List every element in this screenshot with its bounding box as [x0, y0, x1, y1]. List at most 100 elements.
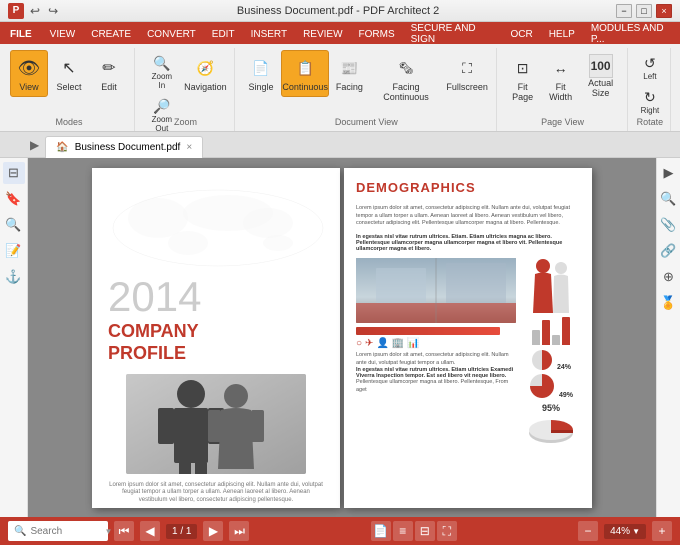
search-dropdown-icon[interactable]: ▼ [104, 527, 112, 536]
interior-photo [356, 258, 516, 323]
people-silhouette [126, 374, 306, 474]
tab-file[interactable]: FILE [0, 24, 42, 44]
ribbon-btn-fitpage[interactable]: ⊡ Fit Page [505, 50, 541, 107]
sidebar-annotation-icon[interactable]: 📝 [3, 240, 25, 262]
silhouette-pair [531, 258, 571, 313]
continuous-icon: 📋 [291, 54, 319, 82]
caption-text: Lorem ipsum dolor sit amet, consectetur … [108, 482, 324, 505]
maximize-button[interactable]: □ [636, 4, 652, 18]
minimize-button[interactable]: − [616, 4, 632, 18]
prev-page-button[interactable]: ◀ [140, 521, 160, 541]
ribbon-group-modes: 👁 View ↖ Select ✏ Edit Modes [4, 48, 135, 131]
ribbon-btn-rotate-right[interactable]: ↻ Right [636, 86, 665, 118]
fit-width-label: Fit Width [548, 83, 574, 103]
tab-edit[interactable]: EDIT [204, 24, 243, 44]
fit-page-icon: ⊡ [509, 54, 537, 82]
doc-content: 2014 COMPANY PROFILE [28, 158, 656, 517]
undo-button[interactable]: ↩ [28, 4, 42, 18]
ribbon-btn-facing-continuous[interactable]: 🗞 Facing Continuous [369, 50, 442, 107]
pie-chart-1 [531, 349, 553, 371]
interior-svg [356, 258, 516, 323]
ribbon-group-rotate: ↺ Left ↻ Right Rotate [630, 48, 672, 131]
status-fullscreen-icon[interactable]: ⛶ [437, 521, 457, 541]
app-logo: P [8, 3, 24, 19]
ribbon-btn-fullscreen[interactable]: ⛶ Fullscreen [445, 50, 490, 97]
tab-help[interactable]: HELP [541, 24, 583, 44]
close-button[interactable]: × [656, 4, 672, 18]
tab-view[interactable]: VIEW [42, 24, 84, 44]
tab-insert[interactable]: INSERT [243, 24, 296, 44]
ribbon-btn-select[interactable]: ↖ Select [50, 50, 88, 97]
ribbon-btn-edit[interactable]: ✏ Edit [90, 50, 128, 97]
right-sidebar-clip-icon[interactable]: 📎 [658, 214, 680, 236]
current-page: 1 [172, 526, 178, 537]
zoom-out-label: Zoom Out [148, 115, 176, 133]
circle-icon: ○ [356, 338, 362, 349]
expand-arrow-icon[interactable]: ▶ [30, 138, 39, 152]
chart-icon: 📊 [407, 338, 419, 349]
ribbon-btn-view[interactable]: 👁 View [10, 50, 48, 97]
ribbon-group-zoom: 🔍 Zoom In 🔎 Zoom Out 🧭 Navigation Zoom [137, 48, 235, 131]
body-bold2: In egestas nisl vitae rutrum ultrices. E… [356, 367, 516, 379]
tab-ocr[interactable]: OCR [502, 24, 540, 44]
right-sidebar-search-icon[interactable]: 🔍 [658, 188, 680, 210]
tab-secure[interactable]: SECURE AND SIGN [403, 24, 503, 44]
single-icon: 📄 [247, 54, 275, 82]
sidebar-anchor-icon[interactable]: ⚓ [3, 266, 25, 288]
progress-bar [356, 327, 500, 335]
tab-review[interactable]: REVIEW [295, 24, 350, 44]
rotate-left-icon: ↺ [644, 55, 656, 72]
status-single-view-icon[interactable]: 📄 [371, 521, 391, 541]
gender-silhouettes [531, 258, 571, 313]
search-area[interactable]: 🔍 ▼ [8, 521, 108, 541]
zoom-dropdown-icon[interactable]: ▼ [632, 527, 640, 536]
ribbon-btn-single[interactable]: 📄 Single [243, 50, 279, 97]
tab-convert[interactable]: CONVERT [139, 24, 204, 44]
zoom-in-label: Zoom In [148, 72, 176, 90]
fit-width-icon: ↔ [547, 54, 575, 82]
actual-size-icon: 100 [589, 54, 613, 78]
ribbon-group-docview: 📄 Single 📋 Continuous 📰 Facing 🗞 Facing … [237, 48, 497, 131]
tab-create[interactable]: CREATE [83, 24, 139, 44]
ribbon-btn-rotate-left[interactable]: ↺ Left [636, 52, 665, 84]
right-panel-toggle-icon[interactable]: ▶ [658, 162, 680, 184]
view-label: View [19, 83, 38, 93]
sidebar-search-icon[interactable]: 🔍 [3, 214, 25, 236]
ribbon-btn-zoomout[interactable]: 🔎 Zoom Out [143, 95, 181, 136]
tab-modules[interactable]: MODULES AND P... [583, 24, 680, 44]
zoom-in-status-button[interactable]: + [652, 521, 672, 541]
next-page-button[interactable]: ▶ [203, 521, 223, 541]
percent3: 95% [542, 403, 560, 413]
zoom-level: 44% ▼ [604, 524, 646, 539]
ribbon-btn-continuous[interactable]: 📋 Continuous [281, 50, 329, 97]
status-facing-view-icon[interactable]: ⊟ [415, 521, 435, 541]
ribbon-btn-zoomin[interactable]: 🔍 Zoom In [143, 52, 181, 93]
redo-button[interactable]: ↪ [46, 4, 60, 18]
edit-icon: ✏ [95, 54, 123, 82]
status-continuous-view-icon[interactable]: ≡ [393, 521, 413, 541]
world-map-area [108, 188, 324, 268]
view-mode-icons: 📄 ≡ ⊟ ⛶ [371, 521, 457, 541]
ribbon-btn-fitwidth[interactable]: ↔ Fit Width [543, 50, 579, 107]
actual-size-label: Actual Size [586, 79, 616, 99]
section-title: DEMOGRAPHICS [356, 180, 580, 195]
ribbon-btn-actualsize[interactable]: 100 Actual Size [581, 50, 621, 103]
sidebar-thumbnail-icon[interactable]: ⊟ [3, 162, 25, 184]
zoom-out-icon: 🔎 [153, 98, 170, 115]
right-sidebar-badge-icon[interactable]: 🏅 [658, 292, 680, 314]
right-sidebar-layers-icon[interactable]: ⊕ [658, 266, 680, 288]
ribbon-btn-navigation[interactable]: 🧭 Navigation [183, 50, 228, 97]
search-input[interactable] [30, 526, 100, 537]
airplane-icon: ✈ [365, 338, 373, 349]
tab-forms[interactable]: FORMS [351, 24, 403, 44]
navigation-icon: 🧭 [191, 54, 219, 82]
first-page-button[interactable]: ⏮ [114, 521, 134, 541]
total-pages: 1 [186, 526, 192, 537]
profile-text: PROFILE [108, 344, 324, 364]
zoom-out-status-button[interactable]: − [578, 521, 598, 541]
sidebar-bookmark-icon[interactable]: 🔖 [3, 188, 25, 210]
right-sidebar-link-icon[interactable]: 🔗 [658, 240, 680, 262]
ribbon-btn-facing[interactable]: 📰 Facing [331, 50, 367, 97]
last-page-button[interactable]: ⏭ [229, 521, 249, 541]
main-area: ⊟ 🔖 🔍 📝 ⚓ [0, 158, 680, 517]
